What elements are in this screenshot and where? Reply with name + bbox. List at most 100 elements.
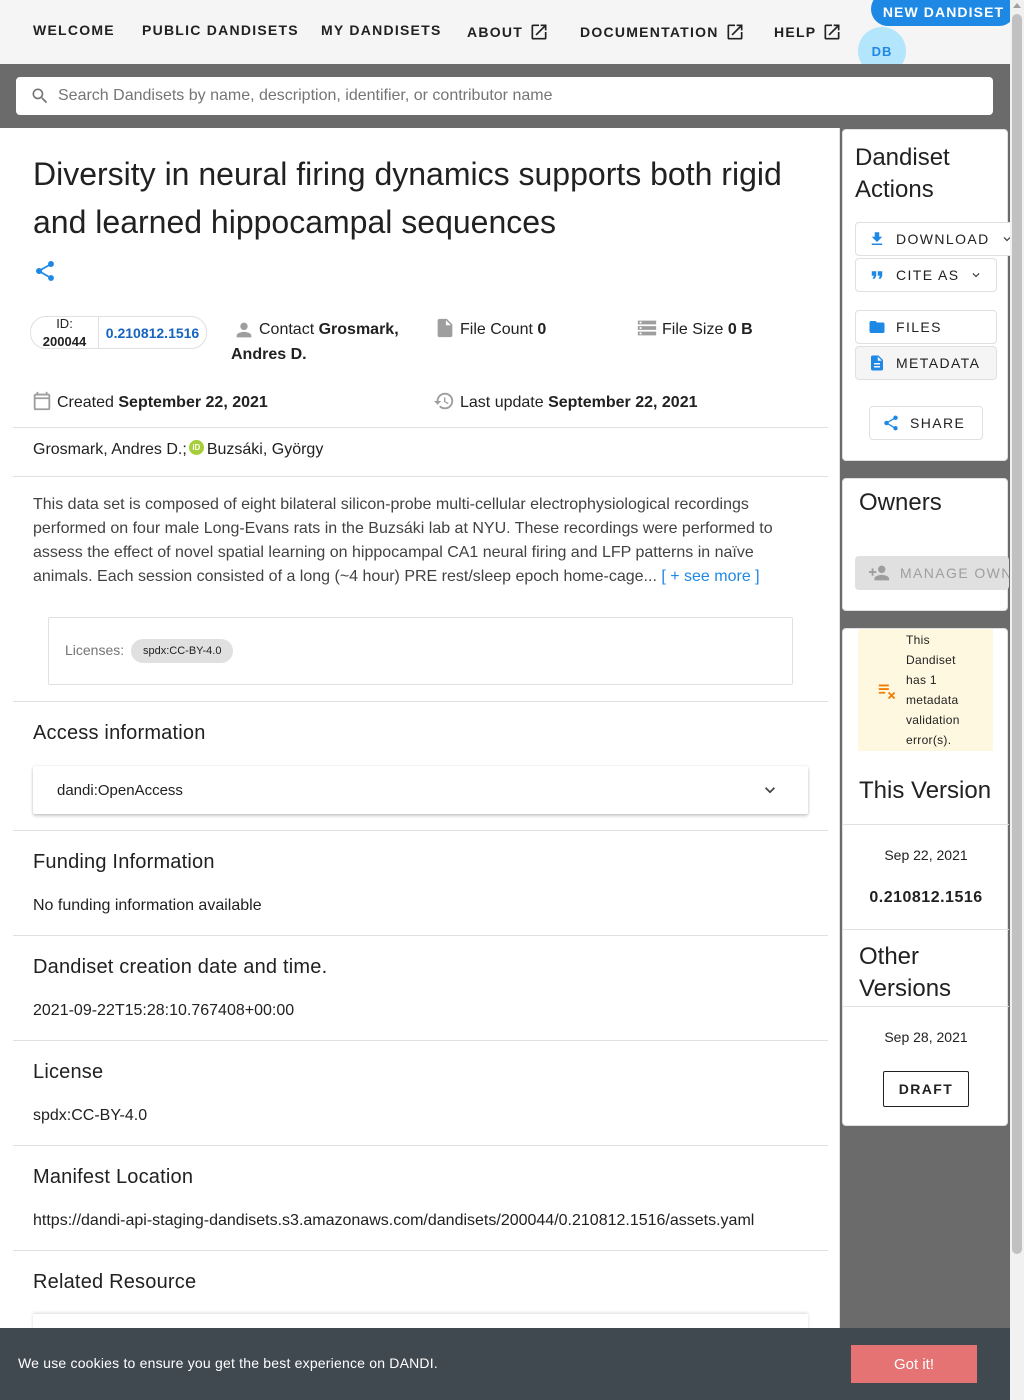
related-resource-title: Related Resource bbox=[33, 1271, 197, 1293]
manifest-location-title: Manifest Location bbox=[33, 1166, 194, 1188]
created-label: Created bbox=[57, 394, 114, 411]
last-update-date: Last update September 22, 2021 bbox=[433, 390, 823, 415]
license-value: spdx:CC-BY-4.0 bbox=[33, 1107, 148, 1124]
draft-version-button[interactable]: DRAFT bbox=[883, 1071, 969, 1107]
share-icon bbox=[884, 415, 898, 431]
file-count-value: 0 bbox=[537, 321, 547, 338]
updated-value: September 22, 2021 bbox=[548, 394, 698, 411]
dandiset-actions-title: Dandiset Actions bbox=[855, 142, 950, 206]
contributor-name: Grosmark, Andres D.; bbox=[33, 441, 187, 458]
owners-title: Owners bbox=[859, 489, 942, 516]
dandiset-id-chip[interactable]: ID: 200044 0.210812.1516 bbox=[30, 316, 207, 349]
scroll-up-arrow-icon[interactable] bbox=[1013, 3, 1021, 8]
this-version-date: Sep 22, 2021 bbox=[884, 847, 968, 863]
actions-title-line: Dandiset bbox=[855, 144, 950, 171]
access-information-title: Access information bbox=[33, 722, 206, 744]
creation-date-value: 2021-09-22T15:28:10.767408+00:00 bbox=[33, 1002, 295, 1019]
this-version-number[interactable]: 0.210812.1516 bbox=[843, 889, 1009, 907]
storage-icon bbox=[637, 320, 657, 336]
page-scrollbar[interactable] bbox=[1010, 0, 1024, 1400]
id-value: 200044 bbox=[42, 333, 87, 349]
nav-documentation-label: DOCUMENTATION bbox=[580, 24, 719, 40]
creation-date-title: Dandiset creation date and time. bbox=[33, 956, 328, 978]
search-icon bbox=[32, 88, 48, 104]
open-in-new-icon bbox=[531, 24, 547, 40]
dandiset-id: ID: 200044 bbox=[31, 317, 99, 348]
download-label: DOWNLOAD bbox=[896, 231, 990, 247]
licenses-box: Licenses: spdx:CC-BY-4.0 bbox=[48, 617, 793, 685]
divider bbox=[13, 1145, 828, 1146]
other-versions-title-line: Other bbox=[859, 943, 920, 970]
nav-about[interactable]: ABOUT bbox=[467, 22, 549, 42]
files-button[interactable]: FILES bbox=[855, 310, 997, 344]
share-button[interactable]: SHARE bbox=[869, 406, 983, 440]
share-icon[interactable] bbox=[33, 259, 57, 283]
nav-help[interactable]: HELP bbox=[774, 22, 842, 42]
nav-welcome[interactable]: WELCOME bbox=[33, 22, 115, 38]
created-date: Created September 22, 2021 bbox=[31, 390, 411, 415]
nav-public-dandisets[interactable]: PUBLIC DANDISETS bbox=[142, 22, 299, 38]
nav-my-dandisets[interactable]: MY DANDISETS bbox=[321, 22, 442, 38]
contributor-name: Buzsáki, György bbox=[206, 441, 324, 458]
search-bar-container bbox=[0, 64, 1010, 128]
file-size-value: 0 B bbox=[727, 321, 753, 338]
file-size-label: File Size bbox=[662, 321, 724, 338]
divider bbox=[13, 935, 828, 936]
created-value: September 22, 2021 bbox=[118, 394, 268, 411]
nav-help-label: HELP bbox=[774, 24, 817, 40]
orcid-icon[interactable]: iD bbox=[188, 439, 204, 455]
search-input[interactable] bbox=[58, 87, 958, 105]
search-box bbox=[16, 77, 993, 115]
updated-label: Last update bbox=[460, 394, 544, 411]
cookie-message: We use cookies to ensure you get the bes… bbox=[18, 1355, 438, 1371]
divider bbox=[13, 701, 828, 702]
contact-name-2: Andres D. bbox=[231, 346, 307, 363]
folder-icon bbox=[869, 321, 885, 333]
new-dandiset-button[interactable]: NEW DANDISET bbox=[871, 0, 1016, 26]
contact-label: Contact bbox=[259, 321, 315, 338]
other-versions-title-line: Versions bbox=[859, 975, 952, 1002]
access-value: dandi:OpenAccess bbox=[57, 781, 183, 799]
download-button[interactable]: DOWNLOAD bbox=[855, 222, 1015, 256]
access-expansion-panel[interactable]: dandi:OpenAccess bbox=[33, 766, 808, 814]
nav-documentation[interactable]: DOCUMENTATION bbox=[580, 22, 745, 42]
files-label: FILES bbox=[896, 319, 942, 335]
download-icon bbox=[871, 232, 883, 245]
person-add-icon bbox=[868, 565, 890, 581]
dandiset-description: This data set is composed of eight bilat… bbox=[33, 493, 793, 589]
other-version-date: Sep 28, 2021 bbox=[884, 1029, 968, 1045]
license-chip: spdx:CC-BY-4.0 bbox=[131, 639, 234, 663]
manage-owners-label: MANAGE OWNERS bbox=[900, 565, 1009, 581]
manage-owners-button[interactable]: MANAGE OWNERS bbox=[855, 556, 1009, 590]
license-title: License bbox=[33, 1061, 104, 1083]
divider bbox=[843, 824, 1009, 825]
person-icon bbox=[236, 322, 252, 338]
history-icon bbox=[433, 392, 454, 410]
validation-warning[interactable]: This Dandiset has 1 metadata validation … bbox=[858, 629, 993, 751]
versions-card: This Dandiset has 1 metadata validation … bbox=[842, 628, 1009, 1126]
divider bbox=[843, 1006, 1009, 1007]
divider bbox=[13, 830, 828, 831]
manifest-location-value[interactable]: https://dandi-api-staging-dandisets.s3.a… bbox=[33, 1212, 754, 1230]
dandiset-main-card: Diversity in neural firing dynamics supp… bbox=[0, 128, 840, 1400]
contact-name-1: Grosmark, bbox=[318, 321, 399, 338]
contributors-list: Grosmark, Andres D.; iD Buzsáki, György bbox=[33, 439, 324, 459]
cookie-accept-button[interactable]: Got it! bbox=[851, 1345, 977, 1383]
see-more-link[interactable]: [ + see more ] bbox=[661, 568, 759, 585]
chevron-down-icon bbox=[765, 787, 775, 794]
cite-as-button[interactable]: CITE AS bbox=[855, 258, 997, 292]
scrollbar-thumb[interactable] bbox=[1012, 14, 1022, 1254]
dandiset-actions-card: Dandiset Actions DOWNLOAD CITE AS FILES … bbox=[842, 129, 1015, 461]
document-icon bbox=[871, 355, 883, 371]
cite-as-label: CITE AS bbox=[896, 267, 960, 283]
open-in-new-icon bbox=[824, 24, 840, 40]
file-count-label: File Count bbox=[460, 321, 533, 338]
calendar-icon bbox=[33, 391, 51, 411]
dandiset-version[interactable]: 0.210812.1516 bbox=[99, 325, 206, 341]
metadata-button[interactable]: METADATA bbox=[855, 346, 997, 380]
funding-information-title: Funding Information bbox=[33, 851, 215, 873]
top-nav-bar: WELCOME PUBLIC DANDISETS MY DANDISETS AB… bbox=[0, 0, 1016, 75]
other-versions-title: Other Versions bbox=[859, 941, 951, 1005]
divider bbox=[13, 1040, 828, 1041]
divider bbox=[13, 476, 828, 477]
